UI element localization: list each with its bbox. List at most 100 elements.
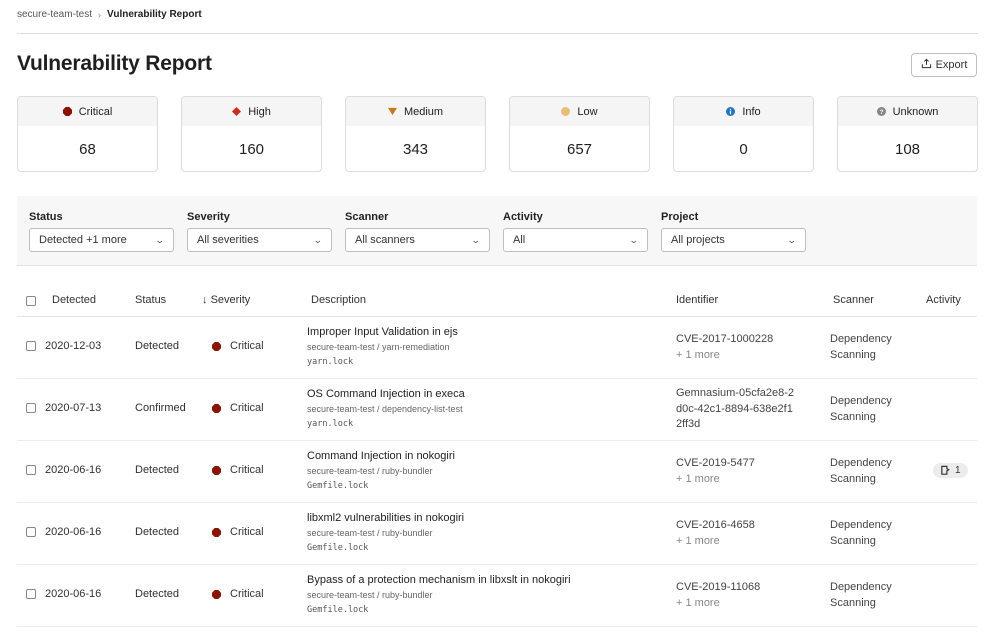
severity-filter-dropdown[interactable]: All severities ⌄	[187, 228, 332, 252]
identifier-more: + 1 more	[676, 348, 720, 361]
sort-arrow-down-icon: ↓	[202, 294, 208, 306]
row-checkbox[interactable]	[26, 403, 36, 413]
description: Bypass of a protection mechanism in libx…	[307, 573, 571, 618]
scanner-line: Dependency	[830, 581, 892, 593]
critical-icon	[212, 589, 221, 599]
identifier-value: CVE-2019-5477	[676, 456, 755, 472]
severity-badge: Critical	[212, 588, 264, 600]
issue-count: 1	[955, 465, 961, 476]
scanner-filter-dropdown[interactable]: All scanners ⌄	[345, 228, 490, 252]
severity-summary: Critical 68 High 160 Medium 343 Low 657 …	[17, 96, 978, 172]
severity-label: Critical	[230, 340, 264, 352]
identifier-more: + 1 more	[676, 472, 720, 485]
detected-date: 2020-06-16	[45, 526, 102, 538]
vulnerability-title-link[interactable]: Bypass of a protection mechanism in libx…	[307, 573, 571, 588]
vulnerability-title-link[interactable]: libxml2 vulnerabilities in nokogiri	[307, 511, 464, 526]
column-header-severity[interactable]: ↓ Severity	[202, 294, 250, 306]
severity-card-count: 160	[238, 140, 265, 158]
identifier-value: CVE-2019-11068	[676, 580, 760, 596]
breadcrumb-parent-link[interactable]: secure-team-test	[17, 9, 92, 20]
column-header-scanner[interactable]: Scanner	[833, 294, 874, 306]
row-checkbox[interactable]	[26, 341, 36, 351]
vulnerability-title-link[interactable]: Command Injection in nokogiri	[307, 449, 455, 464]
project-path: secure-team-test / dependency-list-test	[307, 404, 463, 414]
project-path: secure-team-test / yarn-remediation	[307, 342, 450, 352]
chevron-down-icon: ⌄	[471, 234, 482, 245]
filter-label: Project	[661, 211, 699, 223]
column-header-activity[interactable]: Activity	[926, 294, 961, 306]
column-header-severity-label: Severity	[210, 294, 251, 306]
vulnerability-table: Detected Status ↓ Severity Description I…	[17, 287, 977, 627]
column-header-identifier[interactable]: Identifier	[676, 294, 718, 306]
vulnerability-title-link[interactable]: Improper Input Validation in ejs	[307, 325, 458, 340]
identifier: CVE-2017-1000228 + 1 more	[676, 332, 773, 363]
description: libxml2 vulnerabilities in nokogiri secu…	[307, 511, 464, 556]
table-header: Detected Status ↓ Severity Description I…	[17, 287, 977, 317]
severity-badge: Critical	[212, 340, 264, 352]
detected-date: 2020-06-16	[45, 464, 102, 476]
table-row[interactable]: 2020-07-13 Confirmed Critical OS Command…	[17, 379, 977, 441]
export-button[interactable]: Export	[911, 53, 977, 77]
identifier-line: CVE-2019-5477	[676, 457, 755, 469]
scanner-line: Dependency	[830, 333, 892, 345]
medium-icon	[387, 107, 397, 116]
severity-label: Critical	[230, 402, 264, 414]
severity-card-high: High 160	[181, 96, 322, 172]
critical-icon	[212, 403, 221, 413]
identifier: CVE-2019-11068 + 1 more	[676, 580, 760, 611]
table-row[interactable]: 2020-06-16 Detected Critical Bypass of a…	[17, 565, 977, 627]
column-header-detected[interactable]: Detected	[52, 294, 96, 306]
row-checkbox[interactable]	[26, 465, 36, 475]
page-title: Vulnerability Report	[17, 52, 212, 75]
severity-card-label: High	[248, 105, 271, 118]
export-icon	[921, 58, 932, 72]
scanner-line: Scanning	[830, 534, 876, 547]
file-path: Gemfile.lock	[307, 481, 369, 491]
severity-card-label: Info	[742, 105, 761, 118]
activity-filter-dropdown[interactable]: All ⌄	[503, 228, 648, 252]
column-header-status[interactable]: Status	[135, 294, 166, 306]
select-all-checkbox[interactable]	[26, 296, 36, 306]
activity: 1	[933, 463, 968, 478]
table-row[interactable]: 2020-12-03 Detected Critical Improper In…	[17, 317, 977, 379]
table-row[interactable]: 2020-06-16 Detected Critical libxml2 vul…	[17, 503, 977, 565]
identifier-more: + 1 more	[676, 534, 720, 547]
export-label: Export	[935, 59, 968, 71]
filter-label: Status	[29, 211, 63, 223]
severity-card-count: 657	[566, 140, 593, 158]
severity-card-unknown: ? Unknown 108	[837, 96, 978, 172]
severity-card-count: 343	[402, 140, 429, 158]
issue-count-badge[interactable]: 1	[933, 463, 968, 478]
vulnerability-title-link[interactable]: OS Command Injection in execa	[307, 387, 465, 402]
project-filter-dropdown[interactable]: All projects ⌄	[661, 228, 806, 252]
scanner: Dependency Scanning	[830, 518, 892, 549]
breadcrumb: secure-team-test › Vulnerability Report	[17, 9, 202, 20]
file-path: yarn.lock	[307, 419, 354, 429]
table-row[interactable]: 2020-06-16 Detected Critical Command Inj…	[17, 441, 977, 503]
filter-value: All projects	[671, 234, 725, 246]
issue-icon	[941, 465, 950, 475]
row-checkbox[interactable]	[26, 589, 36, 599]
scanner-line: Scanning	[830, 348, 876, 361]
severity-card-info: Info 0	[673, 96, 814, 172]
severity-badge: Critical	[212, 464, 264, 476]
status-text: Detected	[135, 340, 180, 352]
column-header-description[interactable]: Description	[311, 294, 366, 306]
file-path: yarn.lock	[307, 357, 354, 367]
scanner-line: Scanning	[830, 472, 876, 485]
severity-card-label: Medium	[403, 105, 444, 118]
detected-date: 2020-07-13	[45, 402, 102, 414]
file-path: Gemfile.lock	[307, 605, 369, 615]
row-checkbox[interactable]	[26, 527, 36, 537]
critical-icon	[212, 527, 221, 537]
status-filter-dropdown[interactable]: Detected +1 more ⌄	[29, 228, 174, 252]
severity-card-critical: Critical 68	[17, 96, 158, 172]
unknown-icon: ?	[876, 107, 886, 116]
scanner-line: Dependency	[830, 519, 892, 531]
file-path: Gemfile.lock	[307, 543, 369, 553]
identifier-line: CVE-2017-1000228	[676, 333, 774, 345]
identifier: Gemnasium-05cfa2e8-2 d0c-42c1-8894-638e2f…	[676, 386, 794, 433]
identifier-line: d0c-42c1-8894-638e2f1	[676, 402, 793, 415]
breadcrumb-separator: ›	[98, 9, 102, 20]
severity-card-label: Low	[577, 105, 598, 118]
